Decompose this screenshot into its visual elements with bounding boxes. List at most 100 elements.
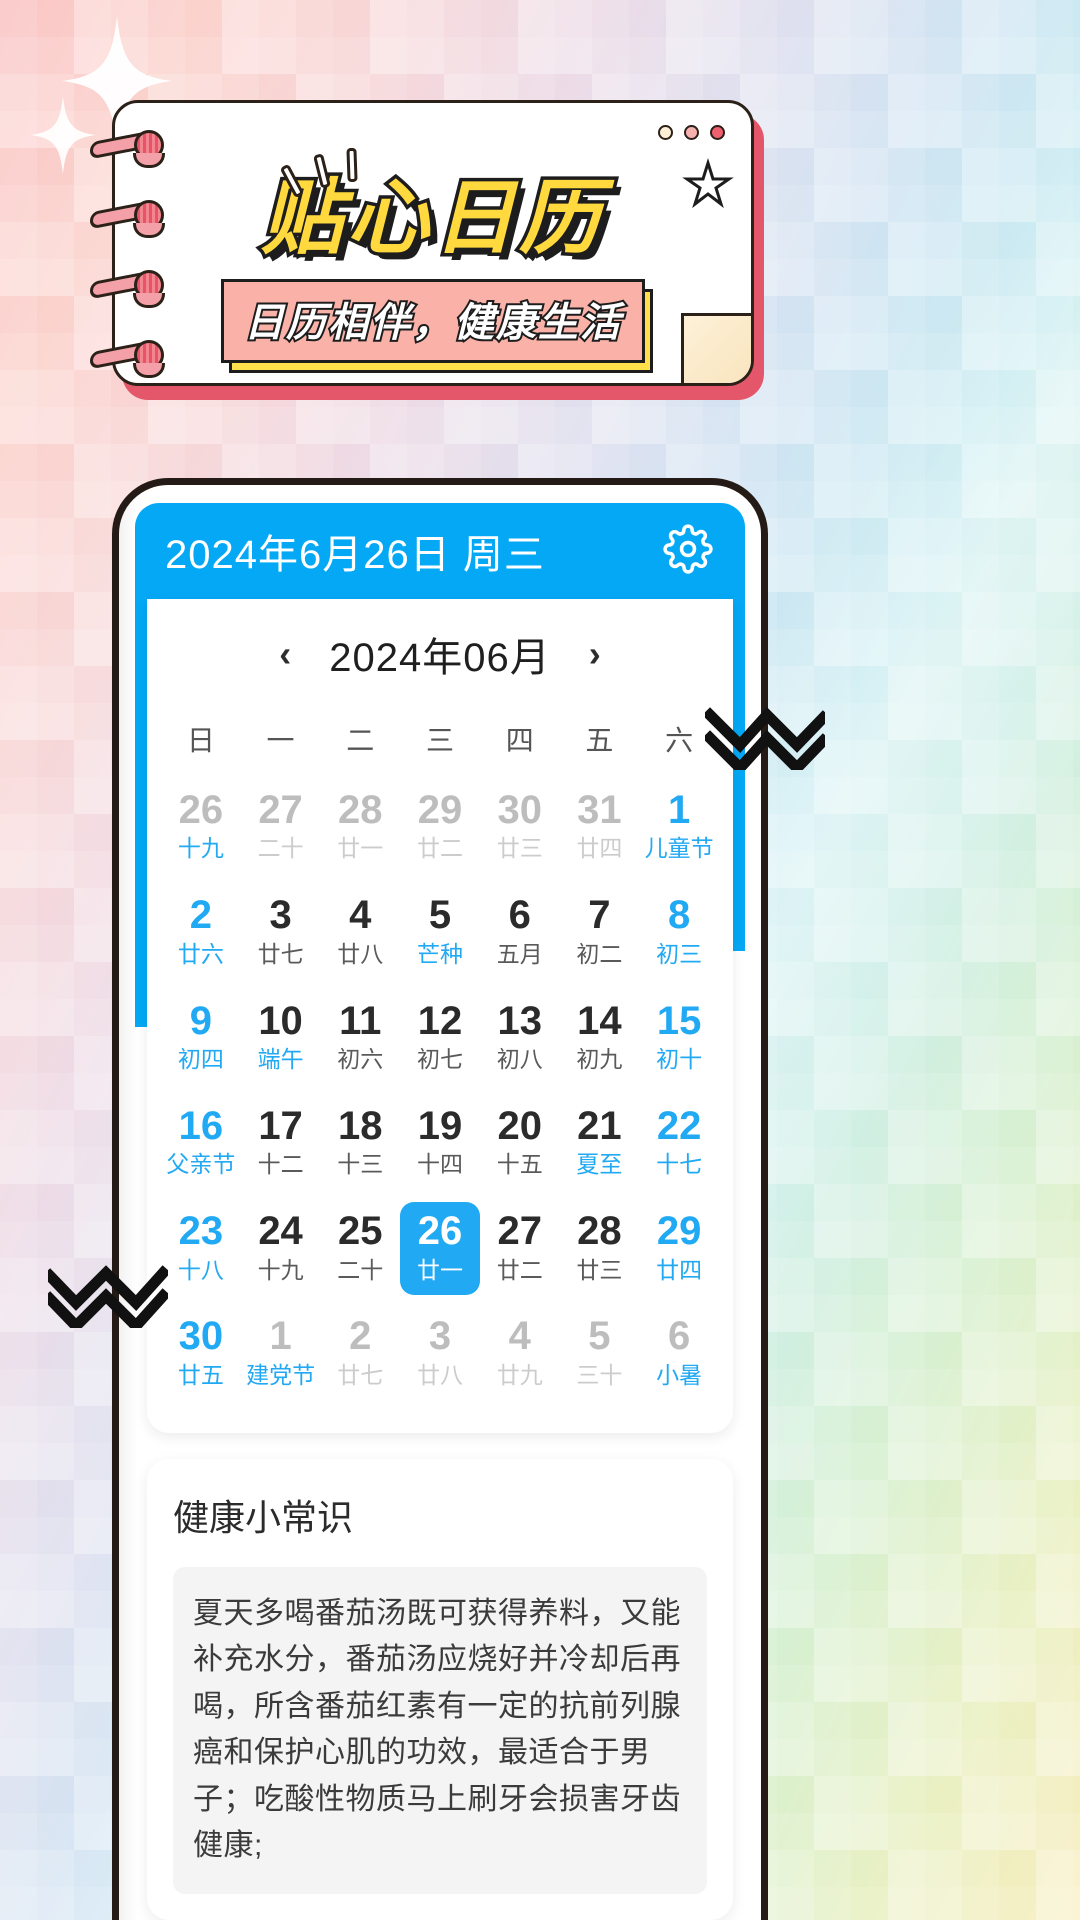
day-lunar-label: 十七 xyxy=(656,1151,703,1178)
calendar-day[interactable]: 5 三十 xyxy=(560,1307,640,1400)
calendar-day[interactable]: 27 二十 xyxy=(241,781,321,874)
calendar-day[interactable]: 29 廿二 xyxy=(400,781,480,874)
day-lunar-label: 廿八 xyxy=(337,940,384,967)
phone-screen: 2024年6月26日 周三 ‹ 2024年06月 › 日一二三四 五 六 26 … xyxy=(119,485,761,1920)
calendar-day[interactable]: 6 小暑 xyxy=(639,1307,719,1400)
calendar-day[interactable]: 30 廿五 xyxy=(161,1307,241,1400)
day-lunar-label: 廿七 xyxy=(337,1361,384,1388)
calendar-day[interactable]: 8 初三 xyxy=(639,886,719,979)
calendar-day[interactable]: 13 初八 xyxy=(480,992,560,1085)
day-number: 12 xyxy=(417,998,463,1043)
weekday-label: 二 xyxy=(346,725,375,756)
day-number: 9 xyxy=(189,998,212,1043)
day-lunar-label: 廿一 xyxy=(337,835,384,862)
day-lunar-label: 夏至 xyxy=(576,1151,623,1178)
poster-subtitle: 日历相伴，健康生活 xyxy=(221,279,645,363)
calendar-day[interactable]: 20 十五 xyxy=(480,1097,560,1190)
binding-ring-icon xyxy=(90,339,176,378)
calendar-day[interactable]: 1 儿童节 xyxy=(639,781,719,874)
calendar-day[interactable]: 31 廿四 xyxy=(560,781,640,874)
calendar-day-selected[interactable]: 26 廿一 xyxy=(400,1202,480,1296)
calendar-day[interactable]: 2 廿七 xyxy=(320,1307,400,1400)
calendar-day[interactable]: 2 廿六 xyxy=(161,886,241,979)
day-number: 29 xyxy=(656,1209,702,1254)
calendar-day[interactable]: 6 五月 xyxy=(480,886,560,979)
calendar-week-row: 26 十九 27 二十 28 廿一 29 廿二 30 廿三 31 廿四 1 儿童节 xyxy=(161,781,719,874)
health-tips-card: 健康小常识 夏天多喝番茄汤既可获得养料，又能补充水分，番茄汤应烧好并冷却后再喝，… xyxy=(147,1458,733,1920)
day-lunar-label: 二十 xyxy=(337,1256,384,1283)
calendar-day[interactable]: 1 建党节 xyxy=(241,1307,321,1400)
calendar-day[interactable]: 9 初四 xyxy=(161,992,241,1085)
calendar-day[interactable]: 22 十七 xyxy=(639,1097,719,1190)
card-dogear-corner xyxy=(681,313,751,383)
day-lunar-label: 初八 xyxy=(496,1045,543,1072)
month-navigation: ‹ 2024年06月 › xyxy=(161,625,719,683)
calendar-day[interactable]: 25 二十 xyxy=(320,1202,400,1295)
calendar-day[interactable]: 15 初十 xyxy=(639,992,719,1085)
day-number: 29 xyxy=(417,788,463,832)
day-lunar-label: 小暑 xyxy=(656,1361,703,1388)
day-number: 30 xyxy=(497,788,542,832)
calendar-day[interactable]: 24 十九 xyxy=(241,1202,321,1295)
day-lunar-label: 廿三 xyxy=(496,835,543,862)
day-lunar-label: 十四 xyxy=(416,1151,463,1178)
calendar-day[interactable]: 26 十九 xyxy=(161,781,241,874)
calendar-day[interactable]: 5 芒种 xyxy=(400,886,480,979)
calendar-day[interactable]: 29 廿四 xyxy=(639,1202,719,1295)
calendar-day[interactable]: 17 十二 xyxy=(241,1097,321,1190)
settings-button[interactable] xyxy=(661,523,715,578)
calendar-day[interactable]: 3 廿七 xyxy=(241,886,321,979)
day-number: 1 xyxy=(668,788,691,832)
day-number: 19 xyxy=(417,1103,463,1148)
day-number: 6 xyxy=(668,1314,691,1359)
calendar-day[interactable]: 10 端午 xyxy=(241,992,321,1085)
prev-month-button[interactable]: ‹ xyxy=(279,636,291,672)
calendar-day[interactable]: 28 廿一 xyxy=(320,781,400,874)
health-tips-title: 健康小常识 xyxy=(173,1496,354,1538)
calendar-day[interactable]: 4 廿八 xyxy=(320,886,400,979)
weekday-label: 四 xyxy=(505,725,534,756)
calendar-day[interactable]: 28 廿三 xyxy=(560,1202,640,1295)
calendar-day[interactable]: 30 廿三 xyxy=(480,781,560,874)
phone-mockup: 2024年6月26日 周三 ‹ 2024年06月 › 日一二三四 五 六 26 … xyxy=(112,478,768,1920)
calendar-day[interactable]: 18 十三 xyxy=(320,1097,400,1190)
day-lunar-label: 廿九 xyxy=(496,1361,543,1388)
calendar-day[interactable]: 12 初七 xyxy=(400,992,480,1085)
calendar-day[interactable]: 23 十八 xyxy=(161,1202,241,1295)
day-lunar-label: 十二 xyxy=(257,1151,304,1178)
zigzag-decoration-left xyxy=(42,1258,171,1334)
next-month-button[interactable]: › xyxy=(589,636,601,672)
zigzag-decoration-right xyxy=(702,700,831,776)
day-number: 28 xyxy=(338,788,383,832)
day-lunar-label: 廿六 xyxy=(177,940,224,967)
day-lunar-label: 初九 xyxy=(576,1045,623,1072)
day-lunar-label: 廿八 xyxy=(416,1361,463,1388)
calendar-day[interactable]: 7 初二 xyxy=(560,886,640,979)
day-number: 26 xyxy=(417,1209,463,1254)
calendar-day[interactable]: 3 廿八 xyxy=(400,1307,480,1400)
day-lunar-label: 父亲节 xyxy=(166,1151,236,1178)
day-lunar-label: 初六 xyxy=(337,1045,384,1072)
day-lunar-label: 初二 xyxy=(576,940,623,967)
day-number: 21 xyxy=(577,1103,622,1148)
day-number: 7 xyxy=(588,893,611,938)
day-number: 13 xyxy=(497,998,542,1043)
day-lunar-label: 廿二 xyxy=(496,1256,543,1283)
calendar-day[interactable]: 11 初六 xyxy=(320,992,400,1085)
tick-icon xyxy=(346,147,358,183)
day-lunar-label: 初七 xyxy=(416,1045,463,1072)
day-number: 10 xyxy=(258,998,303,1043)
day-lunar-label: 廿七 xyxy=(257,940,304,967)
day-lunar-label: 芒种 xyxy=(416,940,463,967)
day-lunar-label: 十九 xyxy=(257,1256,304,1283)
day-number: 20 xyxy=(497,1103,542,1148)
calendar-week-row: 2 廿六 3 廿七 4 廿八 5 芒种 6 五月 7 初二 8 初三 xyxy=(161,886,719,979)
calendar-day[interactable]: 21 夏至 xyxy=(560,1097,640,1190)
calendar-day[interactable]: 16 父亲节 xyxy=(161,1097,241,1190)
calendar-day[interactable]: 4 廿九 xyxy=(480,1307,560,1400)
calendar-day[interactable]: 14 初九 xyxy=(560,992,640,1085)
day-number: 1 xyxy=(269,1314,292,1359)
weekday-label: 五 xyxy=(585,725,614,756)
calendar-day[interactable]: 19 十四 xyxy=(400,1097,480,1190)
calendar-day[interactable]: 27 廿二 xyxy=(480,1202,560,1295)
